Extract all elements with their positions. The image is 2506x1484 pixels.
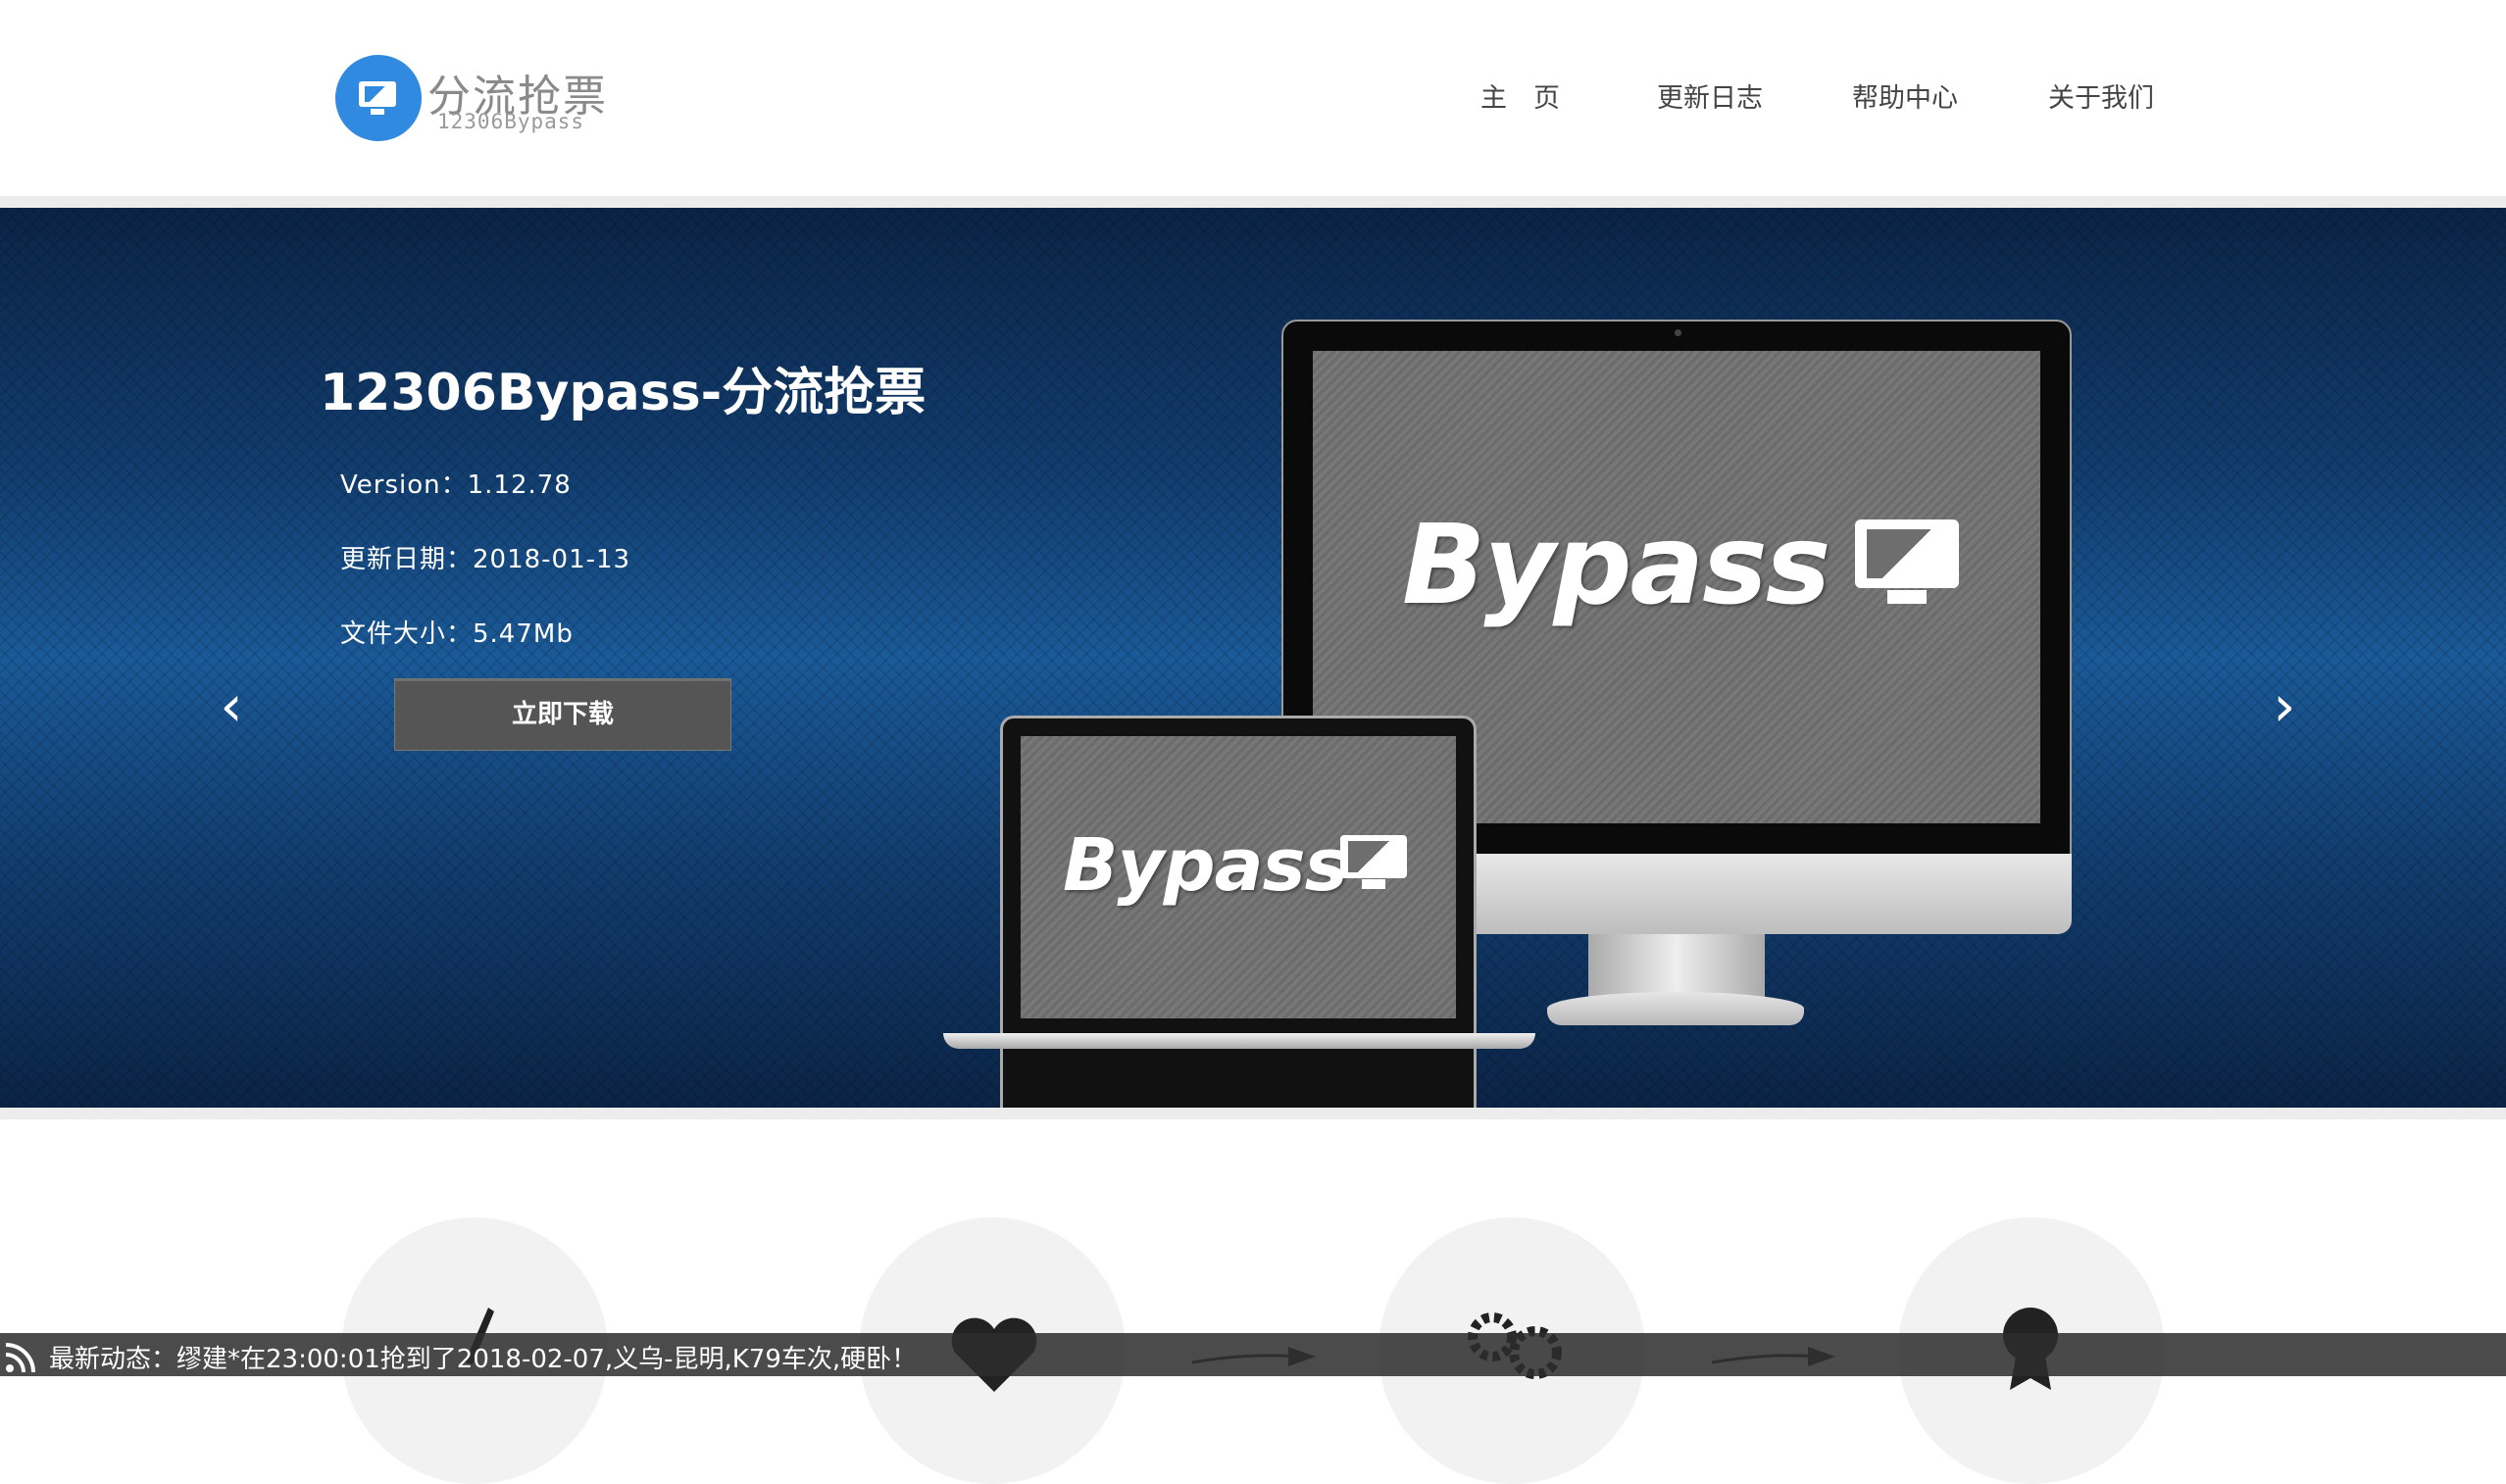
header-divider: [0, 196, 2506, 208]
monitor-screen-text: Bypass: [1402, 502, 1830, 629]
laptop: [1000, 716, 1477, 1108]
news-ticker: 最新动态：缪建*在23:00:01抢到了2018-02-07,义乌-昆明,K79…: [0, 1333, 2506, 1376]
nav-home[interactable]: 主 页: [1480, 76, 1560, 115]
ticker-text: 最新动态：缪建*在23:00:01抢到了2018-02-07,义乌-昆明,K79…: [49, 1345, 918, 1374]
logo-subtitle: 12306Bypass: [437, 110, 585, 133]
laptop-logo-icon: [1340, 835, 1407, 878]
nav-changelog[interactable]: 更新日志: [1657, 76, 1763, 115]
monitor-logo-icon: [1855, 519, 1959, 588]
rss-icon: [5, 1343, 35, 1373]
laptop-logo-stand: [1362, 879, 1385, 889]
monitor-logo-stand: [1887, 590, 1927, 604]
laptop-base: [943, 1033, 1535, 1049]
nav-about[interactable]: 关于我们: [2048, 76, 2154, 115]
banner-divider: [0, 1108, 2506, 1119]
monitor-logo-icon: [335, 55, 422, 141]
camera-dot: [1675, 329, 1681, 336]
monitor-neck: [1588, 934, 1765, 997]
laptop-screen-text: Bypass: [1063, 823, 1348, 908]
logo[interactable]: 分流抢票 12306Bypass: [335, 55, 629, 143]
devices-illustration: Bypass Bypass: [0, 208, 2506, 1108]
monitor-base: [1547, 992, 1804, 1025]
header: 分流抢票 12306Bypass 主 页 更新日志 帮助中心 关于我们: [0, 0, 2506, 196]
nav-help[interactable]: 帮助中心: [1852, 76, 1958, 115]
hero-banner: 12306Bypass-分流抢票 Version：1.12.78 更新日期：20…: [0, 208, 2506, 1108]
